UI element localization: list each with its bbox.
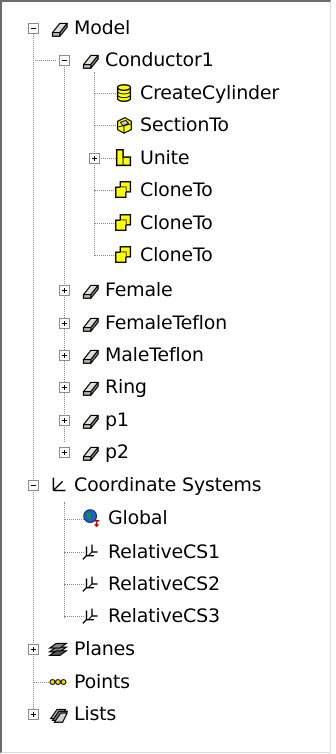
- lists-icon: [49, 708, 69, 723]
- relative-cs-icon: [82, 543, 99, 561]
- solid-box-icon: [82, 349, 99, 364]
- p1-label: p1: [105, 409, 129, 431]
- tree-node-conductor1[interactable]: Conductor1: [77, 44, 214, 76]
- solid-box-icon: [82, 414, 99, 429]
- clone-to-label: CloneTo: [140, 212, 213, 234]
- tree-line: [94, 72, 95, 256]
- ring-label: Ring: [105, 376, 147, 398]
- tree-node-relative-cs2[interactable]: RelativeCS2: [80, 568, 220, 600]
- relative-cs-icon: [82, 607, 99, 625]
- solid-box-icon: [82, 446, 99, 461]
- female-label: Female: [105, 279, 173, 301]
- create-cylinder-label: CreateCylinder: [140, 82, 280, 104]
- tree-node-ring[interactable]: Ring: [77, 371, 147, 403]
- expand-toggle-p2[interactable]: [59, 447, 70, 458]
- tree-node-coordinate-systems[interactable]: Coordinate Systems: [46, 469, 262, 501]
- tree-node-clone-to[interactable]: CloneTo: [112, 207, 213, 239]
- collapse-toggle-conductor1[interactable]: [59, 55, 70, 66]
- tree-node-clone-to[interactable]: CloneTo: [112, 239, 213, 271]
- unite-label: Unite: [140, 147, 190, 169]
- expand-toggle-female-teflon[interactable]: [59, 318, 70, 329]
- cylinder-icon: [116, 84, 132, 102]
- tree-node-model[interactable]: Model: [46, 12, 130, 44]
- coordinate-systems-label: Coordinate Systems: [74, 474, 262, 496]
- section-to-label: SectionTo: [140, 114, 229, 136]
- expand-toggle-p1[interactable]: [59, 415, 70, 426]
- tree-node-unite[interactable]: Unite: [112, 142, 190, 174]
- relative-cs-icon: [82, 575, 99, 593]
- tree-node-female[interactable]: Female: [77, 274, 173, 306]
- solid-box-icon: [51, 22, 68, 37]
- tree-node-p1[interactable]: p1: [77, 404, 129, 436]
- globe-icon: [83, 509, 100, 528]
- tree-node-p2[interactable]: p2: [77, 436, 129, 468]
- tree-line: [33, 33, 34, 719]
- tree-node-clone-to[interactable]: CloneTo: [112, 174, 213, 206]
- tree-node-male-teflon[interactable]: MaleTeflon: [77, 339, 204, 371]
- section-icon: [116, 116, 132, 134]
- expand-toggle-unite[interactable]: [89, 153, 100, 164]
- tree-node-relative-cs1[interactable]: RelativeCS1: [80, 536, 220, 568]
- solid-box-icon: [82, 381, 99, 396]
- expand-toggle-female[interactable]: [59, 285, 70, 296]
- clone-to-label: CloneTo: [140, 179, 213, 201]
- expand-toggle-lists[interactable]: [28, 709, 39, 720]
- collapse-toggle-coordinate-systems[interactable]: [28, 480, 39, 491]
- tree-node-relative-cs3[interactable]: RelativeCS3: [80, 600, 220, 632]
- clone-icon: [115, 246, 132, 264]
- points-icon: [49, 679, 67, 685]
- global-label: Global: [108, 507, 168, 529]
- planes-icon: [47, 642, 69, 657]
- model-label: Model: [74, 17, 131, 39]
- tree-node-points[interactable]: Points: [46, 666, 130, 698]
- tree-node-lists[interactable]: Lists: [46, 698, 116, 730]
- unite-icon: [115, 149, 132, 167]
- relative-cs1-label: RelativeCS1: [108, 541, 220, 563]
- lists-label: Lists: [74, 703, 117, 725]
- expand-toggle-planes[interactable]: [28, 644, 39, 655]
- solid-box-icon: [82, 54, 99, 69]
- axes-icon: [52, 477, 66, 492]
- tree-node-section-to[interactable]: SectionTo: [112, 109, 229, 141]
- relative-cs2-label: RelativeCS2: [108, 573, 220, 595]
- collapse-toggle-model[interactable]: [28, 23, 39, 34]
- expand-toggle-male-teflon[interactable]: [59, 350, 70, 361]
- project-tree-panel: Model Conductor1 CreateCylinder SectionT…: [0, 0, 331, 753]
- solid-box-icon: [82, 284, 99, 299]
- planes-label: Planes: [74, 638, 135, 660]
- tree-node-create-cylinder[interactable]: CreateCylinder: [112, 77, 279, 109]
- relative-cs3-label: RelativeCS3: [108, 605, 220, 627]
- clone-to-label: CloneTo: [140, 244, 213, 266]
- solid-box-icon: [82, 317, 99, 332]
- tree-node-global[interactable]: Global: [80, 502, 168, 534]
- clone-icon: [115, 181, 132, 199]
- tree-line: [33, 60, 56, 61]
- clone-icon: [115, 214, 132, 232]
- conductor1-label: Conductor1: [105, 49, 214, 71]
- p2-label: p2: [105, 441, 129, 463]
- tree-node-planes[interactable]: Planes: [46, 633, 135, 665]
- tree-node-female-teflon[interactable]: FemaleTeflon: [77, 307, 227, 339]
- expand-toggle-ring[interactable]: [59, 382, 70, 393]
- points-label: Points: [74, 671, 130, 693]
- male-teflon-label: MaleTeflon: [105, 344, 204, 366]
- female-teflon-label: FemaleTeflon: [105, 312, 227, 334]
